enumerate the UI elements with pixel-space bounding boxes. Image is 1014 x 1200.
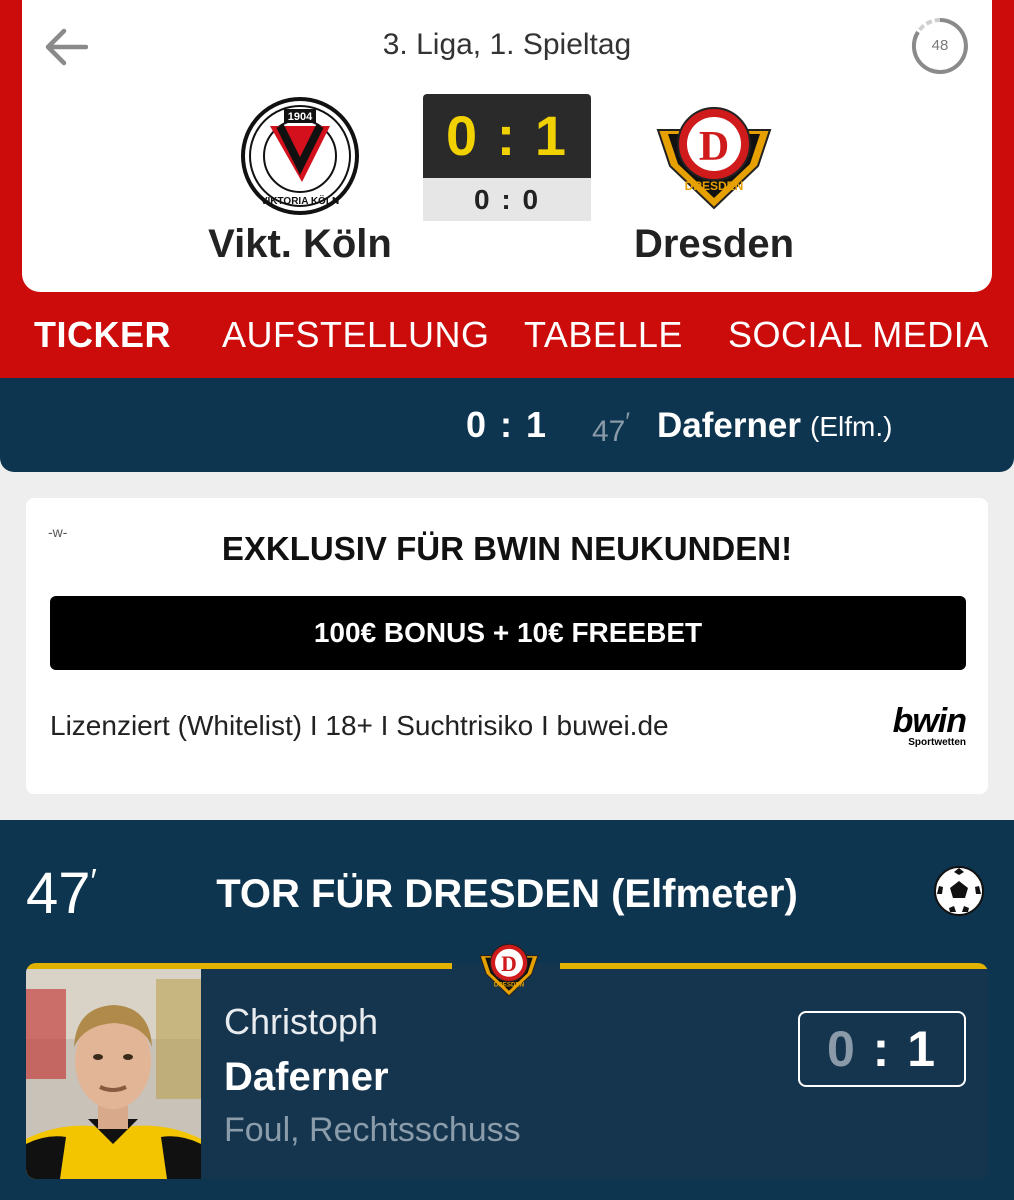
scorer-first-name: Christoph	[224, 1001, 379, 1042]
match-minute-indicator[interactable]: 48	[910, 16, 970, 76]
goal-event: 47′ TOR FÜR DRESDEN (Elfmeter) Christoph…	[0, 820, 1014, 1200]
card-accent-right	[560, 963, 988, 969]
goal-strip-note: (Elfm.)	[810, 411, 893, 442]
home-team-name[interactable]: Vikt. Köln	[140, 222, 460, 267]
bwin-logo[interactable]: bwin Sportwetten	[892, 702, 967, 748]
football-icon	[934, 866, 984, 916]
bwin-advertisement[interactable]: -w- EXKLUSIV FÜR BWIN NEUKUNDEN! 100€ BO…	[26, 498, 988, 794]
event-score: 0 : 1	[798, 1011, 966, 1087]
live-score: 0 : 1	[423, 94, 591, 178]
bwin-logo-word: bwin	[892, 702, 967, 740]
match-tabs: TICKER AUFSTELLUNG TABELLE SOCIAL MEDIA	[0, 300, 1014, 372]
goal-strip-score: 0 : 1	[466, 404, 549, 445]
event-score-home: 0	[826, 1021, 857, 1077]
goal-summary-strip[interactable]: 0 : 1 47′ Daferner (Elfm.)	[0, 378, 1014, 472]
tab-aufstellung[interactable]: AUFSTELLUNG	[222, 314, 490, 356]
minute-value: 48	[931, 37, 949, 54]
player-photo	[26, 969, 201, 1179]
viktoria-koeln-crest[interactable]: 1904 VIKTORIA KÖLN	[240, 96, 360, 216]
home-crest-year: 1904	[288, 111, 313, 123]
scoring-crest-text: DRESDEN	[494, 982, 525, 989]
match-header-card: 3. Liga, 1. Spieltag 48 1904 VIKTORIA KÖ…	[22, 0, 992, 292]
event-score-separator: :	[872, 1021, 892, 1077]
dynamo-dresden-crest[interactable]: D DRESDEN	[654, 100, 774, 212]
home-crest-text: VIKTORIA KÖLN	[261, 194, 339, 207]
league-matchday: 3. Liga, 1. Spieltag	[382, 28, 632, 61]
scoring-crest-letter: D	[501, 952, 517, 976]
event-title: TOR FÜR DRESDEN (Elfmeter)	[216, 872, 798, 916]
event-score-away: 1	[907, 1021, 938, 1077]
tab-ticker[interactable]: TICKER	[34, 314, 171, 356]
away-crest-letter: D	[699, 124, 729, 170]
ad-legal-text: Lizenziert (Whitelist) I 18+ I Suchtrisi…	[50, 710, 669, 741]
tab-tabelle[interactable]: TABELLE	[524, 314, 683, 356]
away-crest-text: DRESDEN	[685, 179, 744, 193]
away-team-name[interactable]: Dresden	[554, 222, 874, 267]
goal-description: Foul, Rechtsschuss	[224, 1111, 521, 1149]
goal-strip-player: Daferner	[657, 406, 801, 445]
tab-social-media[interactable]: SOCIAL MEDIA	[728, 314, 989, 356]
scoring-team-crest: D DRESDEN	[479, 943, 539, 997]
ad-title: EXKLUSIV FÜR BWIN NEUKUNDEN!	[221, 530, 793, 567]
goal-strip-minute: 47′	[592, 408, 631, 448]
halftime-score: 0 : 0	[423, 178, 591, 221]
scorer-last-name: Daferner	[224, 1055, 389, 1099]
ad-bonus-button[interactable]: 100€ BONUS + 10€ FREEBET	[50, 596, 966, 670]
